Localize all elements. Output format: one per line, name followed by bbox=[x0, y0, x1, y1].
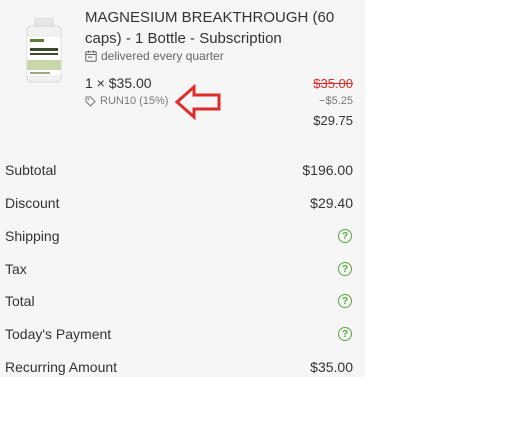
original-price: $35.00 bbox=[313, 76, 353, 91]
total-label: Total bbox=[5, 293, 35, 309]
help-icon[interactable]: ? bbox=[338, 262, 352, 276]
shipping-label: Shipping bbox=[5, 228, 60, 244]
order-summary-panel: MAGNESIUM BREAKTHROUGH (60 caps) - 1 Bot… bbox=[0, 0, 365, 377]
discount-amount: −$5.25 bbox=[319, 95, 353, 107]
subtotal-row: Subtotal $196.00 bbox=[5, 160, 353, 180]
subtotal-value: $196.00 bbox=[302, 162, 353, 178]
coupon-tag: RUN10 (15%) bbox=[85, 95, 168, 107]
total-row: Total ? bbox=[5, 291, 353, 311]
discount-value: $29.40 bbox=[310, 195, 353, 211]
tax-row: Tax ? bbox=[5, 259, 353, 279]
calendar-icon bbox=[85, 50, 97, 62]
discount-row: Discount $29.40 bbox=[5, 193, 353, 213]
help-icon[interactable]: ? bbox=[338, 327, 352, 341]
delivery-frequency: delivered every quarter bbox=[85, 49, 224, 63]
tag-icon bbox=[85, 96, 96, 107]
help-icon[interactable]: ? bbox=[338, 294, 352, 308]
todays-payment-row: Today's Payment ? bbox=[5, 324, 353, 344]
product-title: MAGNESIUM BREAKTHROUGH (60 caps) - 1 Bot… bbox=[85, 9, 335, 47]
discount-label: Discount bbox=[5, 195, 60, 211]
recurring-amount-value: $35.00 bbox=[310, 359, 353, 375]
coupon-code: RUN10 (15%) bbox=[100, 95, 169, 107]
delivery-text: delivered every quarter bbox=[101, 49, 224, 63]
line-total: $29.75 bbox=[313, 113, 353, 128]
product-bottle-image bbox=[26, 18, 62, 83]
quantity-price: 1 × $35.00 bbox=[85, 75, 152, 91]
tax-label: Tax bbox=[5, 261, 27, 277]
help-icon[interactable]: ? bbox=[338, 229, 352, 243]
left-arrow-annotation-icon bbox=[174, 84, 221, 120]
todays-payment-label: Today's Payment bbox=[5, 326, 112, 342]
recurring-amount-label: Recurring Amount bbox=[5, 359, 118, 375]
shipping-row: Shipping ? bbox=[5, 226, 353, 246]
recurring-amount-row: Recurring Amount $35.00 bbox=[5, 357, 353, 377]
subtotal-label: Subtotal bbox=[5, 162, 57, 178]
